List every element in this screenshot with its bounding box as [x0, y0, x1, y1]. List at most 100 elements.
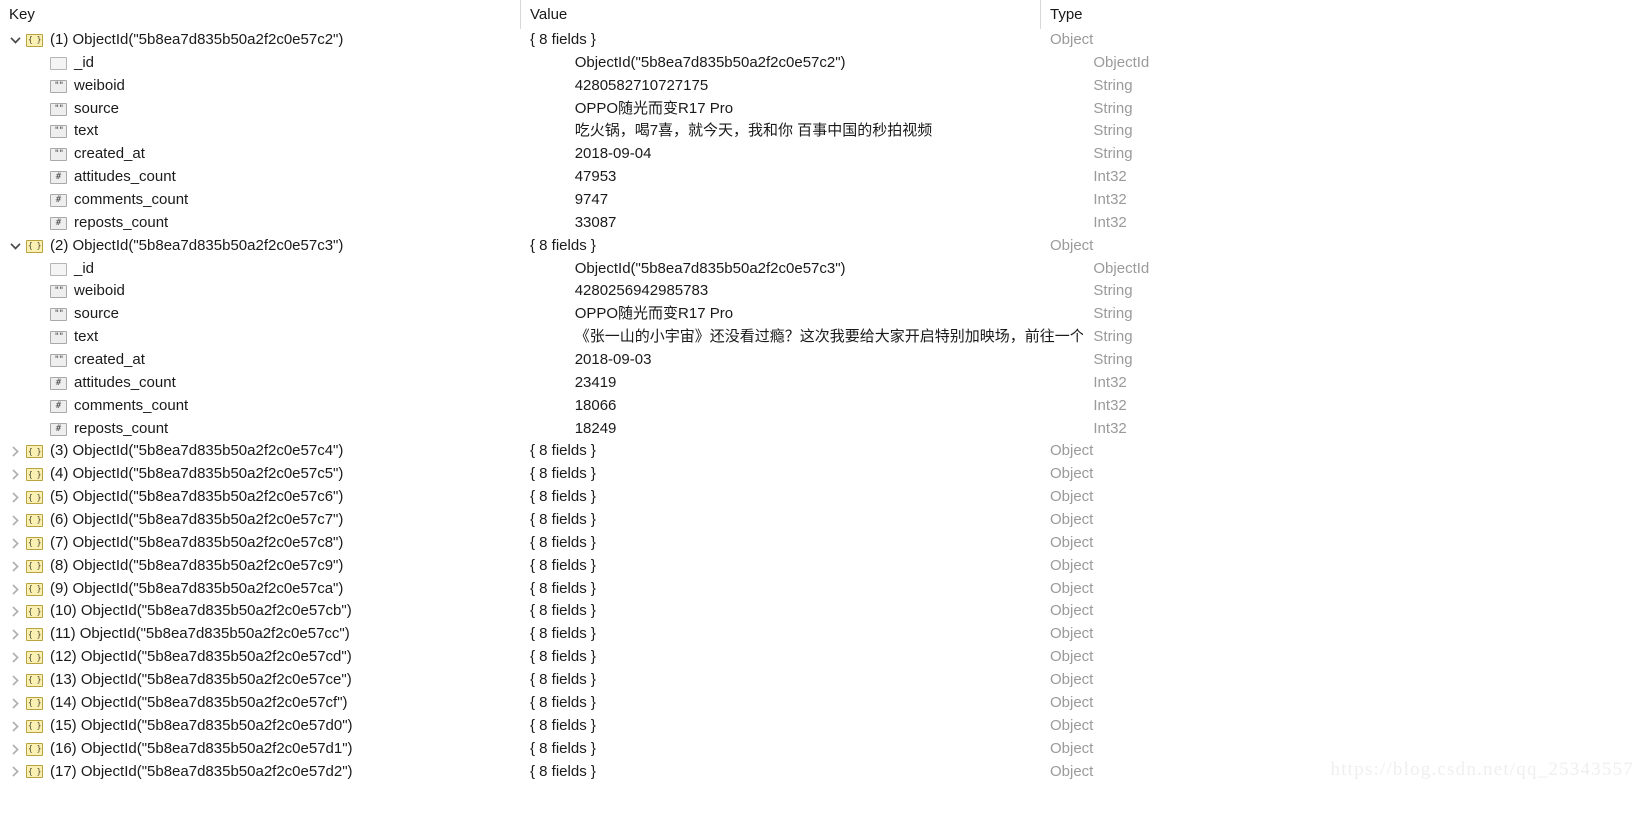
cell-value[interactable]: { 8 fields }	[520, 486, 1040, 509]
cell-key[interactable]: { }(4) ObjectId("5b8ea7d835b50a2f2c0e57c…	[0, 463, 520, 486]
chevron-right-icon[interactable]	[4, 738, 26, 760]
cell-value[interactable]: 4280582710727175	[565, 75, 1084, 98]
cell-value[interactable]: 2018-09-04	[565, 143, 1084, 166]
cell-value[interactable]: { 8 fields }	[520, 509, 1040, 532]
table-row[interactable]: ""text吃火锅，喝7喜，就今天，我和你 百事中国的秒拍视频String	[0, 120, 1642, 143]
chevron-right-icon[interactable]	[4, 669, 26, 691]
table-row[interactable]: { }(13) ObjectId("5b8ea7d835b50a2f2c0e57…	[0, 669, 1642, 692]
table-row[interactable]: _idObjectId("5b8ea7d835b50a2f2c0e57c3")O…	[0, 258, 1642, 281]
chevron-right-icon[interactable]	[4, 487, 26, 509]
cell-value[interactable]: { 8 fields }	[520, 235, 1040, 258]
cell-key[interactable]: #comments_count	[46, 189, 565, 212]
table-row[interactable]: { }(8) ObjectId("5b8ea7d835b50a2f2c0e57c…	[0, 555, 1642, 578]
cell-value[interactable]: 4280256942985783	[565, 280, 1084, 303]
chevron-right-icon[interactable]	[4, 692, 26, 714]
cell-key[interactable]: { }(9) ObjectId("5b8ea7d835b50a2f2c0e57c…	[0, 578, 520, 601]
table-row[interactable]: { }(3) ObjectId("5b8ea7d835b50a2f2c0e57c…	[0, 440, 1642, 463]
table-row[interactable]: #reposts_count33087Int32	[0, 212, 1642, 235]
chevron-right-icon[interactable]	[4, 601, 26, 623]
cell-value[interactable]: { 8 fields }	[520, 738, 1040, 761]
cell-value[interactable]: { 8 fields }	[520, 532, 1040, 555]
cell-key[interactable]: { }(1) ObjectId("5b8ea7d835b50a2f2c0e57c…	[0, 29, 520, 52]
table-row[interactable]: { }(16) ObjectId("5b8ea7d835b50a2f2c0e57…	[0, 738, 1642, 761]
cell-key[interactable]: { }(15) ObjectId("5b8ea7d835b50a2f2c0e57…	[0, 715, 520, 738]
cell-key[interactable]: _id	[46, 52, 565, 75]
table-row[interactable]: ""weiboid4280256942985783String	[0, 280, 1642, 303]
cell-key[interactable]: { }(5) ObjectId("5b8ea7d835b50a2f2c0e57c…	[0, 486, 520, 509]
cell-key[interactable]: { }(16) ObjectId("5b8ea7d835b50a2f2c0e57…	[0, 738, 520, 761]
cell-key[interactable]: #reposts_count	[46, 212, 565, 235]
cell-key[interactable]: ""source	[46, 303, 565, 326]
cell-value[interactable]: ObjectId("5b8ea7d835b50a2f2c0e57c3")	[565, 258, 1084, 281]
table-row[interactable]: ""text《张一山的小宇宙》还没看过瘾？这次我要给大家开启特别加映场，前往一个…	[0, 326, 1642, 349]
cell-key[interactable]: ""weiboid	[46, 75, 565, 98]
cell-key[interactable]: { }(2) ObjectId("5b8ea7d835b50a2f2c0e57c…	[0, 235, 520, 258]
table-row[interactable]: { }(5) ObjectId("5b8ea7d835b50a2f2c0e57c…	[0, 486, 1642, 509]
cell-value[interactable]: { 8 fields }	[520, 578, 1040, 601]
cell-value[interactable]: { 8 fields }	[520, 692, 1040, 715]
chevron-right-icon[interactable]	[4, 441, 26, 463]
table-row[interactable]: { }(14) ObjectId("5b8ea7d835b50a2f2c0e57…	[0, 692, 1642, 715]
chevron-right-icon[interactable]	[4, 715, 26, 737]
chevron-right-icon[interactable]	[4, 578, 26, 600]
cell-value[interactable]: 18249	[565, 418, 1084, 441]
cell-value[interactable]: { 8 fields }	[520, 761, 1040, 784]
cell-key[interactable]: { }(11) ObjectId("5b8ea7d835b50a2f2c0e57…	[0, 623, 520, 646]
cell-value[interactable]: 《张一山的小宇宙》还没看过瘾？这次我要给大家开启特别加映场，前往一个特...	[565, 326, 1084, 349]
column-header-type[interactable]: Type	[1040, 0, 1600, 29]
table-row[interactable]: #comments_count18066Int32	[0, 395, 1642, 418]
cell-value[interactable]: { 8 fields }	[520, 440, 1040, 463]
cell-key[interactable]: { }(17) ObjectId("5b8ea7d835b50a2f2c0e57…	[0, 761, 520, 784]
table-row[interactable]: ""weiboid4280582710727175String	[0, 75, 1642, 98]
cell-value[interactable]: { 8 fields }	[520, 715, 1040, 738]
cell-value[interactable]: ObjectId("5b8ea7d835b50a2f2c0e57c2")	[565, 52, 1084, 75]
cell-key[interactable]: { }(14) ObjectId("5b8ea7d835b50a2f2c0e57…	[0, 692, 520, 715]
cell-key[interactable]: ""created_at	[46, 349, 565, 372]
cell-key[interactable]: { }(12) ObjectId("5b8ea7d835b50a2f2c0e57…	[0, 646, 520, 669]
table-row[interactable]: ""sourceOPPO随光而变R17 ProString	[0, 98, 1642, 121]
cell-value[interactable]: 18066	[565, 395, 1084, 418]
cell-value[interactable]: { 8 fields }	[520, 646, 1040, 669]
table-row[interactable]: ""created_at2018-09-03String	[0, 349, 1642, 372]
cell-value[interactable]: OPPO随光而变R17 Pro	[565, 303, 1084, 326]
table-row[interactable]: { }(6) ObjectId("5b8ea7d835b50a2f2c0e57c…	[0, 509, 1642, 532]
cell-key[interactable]: ""source	[46, 98, 565, 121]
column-header-key[interactable]: Key	[0, 0, 520, 29]
table-row[interactable]: { }(2) ObjectId("5b8ea7d835b50a2f2c0e57c…	[0, 235, 1642, 258]
cell-value[interactable]: 47953	[565, 166, 1084, 189]
cell-value[interactable]: { 8 fields }	[520, 669, 1040, 692]
chevron-down-icon[interactable]	[4, 29, 26, 51]
cell-value[interactable]: { 8 fields }	[520, 29, 1040, 52]
cell-key[interactable]: ""weiboid	[46, 280, 565, 303]
cell-key[interactable]: ""text	[46, 120, 565, 143]
cell-key[interactable]: { }(6) ObjectId("5b8ea7d835b50a2f2c0e57c…	[0, 509, 520, 532]
table-row[interactable]: { }(1) ObjectId("5b8ea7d835b50a2f2c0e57c…	[0, 29, 1642, 52]
table-row[interactable]: #comments_count9747Int32	[0, 189, 1642, 212]
table-row[interactable]: #attitudes_count47953Int32	[0, 166, 1642, 189]
chevron-right-icon[interactable]	[4, 509, 26, 531]
cell-value[interactable]: 23419	[565, 372, 1084, 395]
chevron-right-icon[interactable]	[4, 761, 26, 783]
chevron-down-icon[interactable]	[4, 235, 26, 257]
table-row[interactable]: { }(15) ObjectId("5b8ea7d835b50a2f2c0e57…	[0, 715, 1642, 738]
table-row[interactable]: ""sourceOPPO随光而变R17 ProString	[0, 303, 1642, 326]
chevron-right-icon[interactable]	[4, 464, 26, 486]
table-row[interactable]: { }(4) ObjectId("5b8ea7d835b50a2f2c0e57c…	[0, 463, 1642, 486]
table-row[interactable]: ""created_at2018-09-04String	[0, 143, 1642, 166]
cell-key[interactable]: { }(7) ObjectId("5b8ea7d835b50a2f2c0e57c…	[0, 532, 520, 555]
cell-value[interactable]: OPPO随光而变R17 Pro	[565, 98, 1084, 121]
cell-key[interactable]: #attitudes_count	[46, 166, 565, 189]
cell-key[interactable]: _id	[46, 258, 565, 281]
chevron-right-icon[interactable]	[4, 647, 26, 669]
table-row[interactable]: { }(12) ObjectId("5b8ea7d835b50a2f2c0e57…	[0, 646, 1642, 669]
cell-value[interactable]: { 8 fields }	[520, 623, 1040, 646]
chevron-right-icon[interactable]	[4, 532, 26, 554]
cell-key[interactable]: { }(3) ObjectId("5b8ea7d835b50a2f2c0e57c…	[0, 440, 520, 463]
chevron-right-icon[interactable]	[4, 555, 26, 577]
cell-value[interactable]: { 8 fields }	[520, 463, 1040, 486]
table-row[interactable]: { }(9) ObjectId("5b8ea7d835b50a2f2c0e57c…	[0, 578, 1642, 601]
cell-key[interactable]: #comments_count	[46, 395, 565, 418]
cell-value[interactable]: 吃火锅，喝7喜，就今天，我和你 百事中国的秒拍视频	[565, 120, 1084, 143]
table-row[interactable]: { }(7) ObjectId("5b8ea7d835b50a2f2c0e57c…	[0, 532, 1642, 555]
cell-key[interactable]: { }(10) ObjectId("5b8ea7d835b50a2f2c0e57…	[0, 600, 520, 623]
